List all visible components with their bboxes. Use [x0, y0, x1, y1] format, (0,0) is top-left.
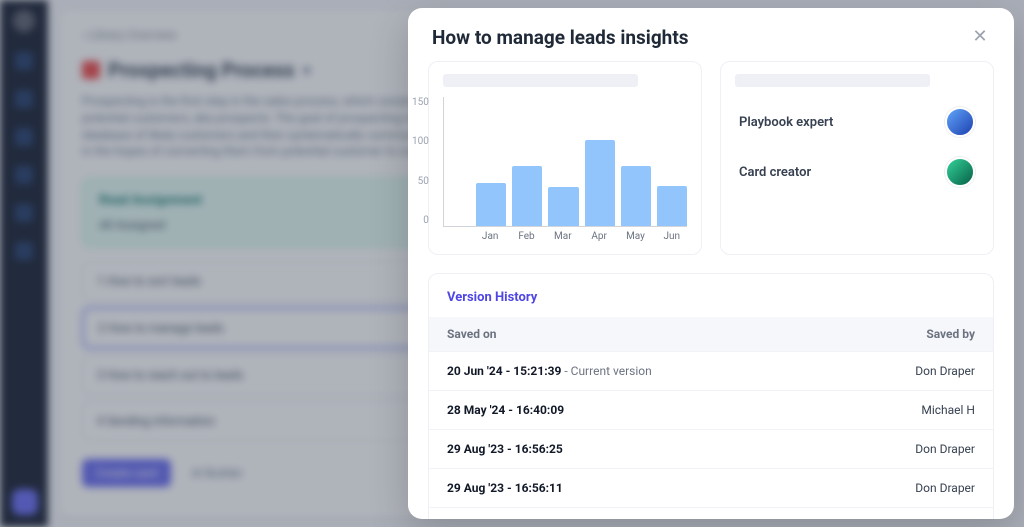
chart-x-label: May [620, 231, 650, 242]
chart-title-placeholder [443, 74, 638, 87]
avatar[interactable] [945, 107, 975, 137]
version-saver: Don Draper [915, 442, 975, 456]
role-label: Card creator [739, 165, 811, 180]
views-bar-chart: 150100500 [443, 97, 687, 227]
version-date: 20 Jun '24 - 15:21:39 - Current version [447, 364, 652, 378]
role-row: Card creator [735, 147, 979, 197]
version-date: 29 Aug '23 - 16:56:11 [447, 481, 563, 495]
chart-bar [585, 140, 615, 226]
chart-bar [476, 183, 506, 226]
role-row: Playbook expert [735, 97, 979, 147]
version-saver: Michael H [921, 403, 975, 417]
column-saved-by: Saved by [926, 327, 975, 341]
insights-modal: How to manage leads insights ✕ 150100500… [408, 8, 1014, 519]
avatar[interactable] [945, 157, 975, 187]
chart-bar [657, 186, 687, 226]
role-label: Playbook expert [739, 115, 833, 130]
version-row[interactable]: 28 May '24 - 16:40:09 Michael H [429, 390, 993, 429]
column-saved-on: Saved on [447, 327, 496, 341]
version-row[interactable]: 29 Aug '23 - 16:55:23Don Draper [429, 507, 993, 519]
roles-panel: Playbook expert Card creator [720, 61, 994, 255]
version-saver: Don Draper [915, 481, 975, 495]
modal-body-scroll[interactable]: 150100500 Jan Feb Mar Apr May Jun Playbook ex… [408, 57, 1014, 519]
chart-x-label: Apr [584, 231, 614, 242]
views-chart-panel: 150100500 Jan Feb Mar Apr May Jun [428, 61, 702, 255]
version-saver: Don Draper [915, 364, 975, 378]
version-date: 28 May '24 - 16:40:09 [447, 403, 564, 417]
chart-x-label: Jan [475, 231, 505, 242]
chart-x-label: Jun [657, 231, 687, 242]
version-date: 29 Aug '23 - 16:56:25 [447, 442, 563, 456]
chart-bar [512, 166, 542, 226]
roles-title-placeholder [735, 74, 930, 87]
version-history-panel: Version History Saved on Saved by 20 Jun… [428, 273, 994, 519]
version-row[interactable]: 29 Aug '23 - 16:56:25 Don Draper [429, 429, 993, 468]
version-row[interactable]: 29 Aug '23 - 16:56:11 Don Draper [429, 468, 993, 507]
chart-bar [621, 166, 651, 226]
chart-bar [548, 187, 578, 226]
version-row[interactable]: 20 Jun '24 - 15:21:39 - Current version D… [429, 351, 993, 390]
close-icon[interactable]: ✕ [970, 28, 990, 48]
chart-x-label: Feb [511, 231, 541, 242]
version-history-title: Version History [429, 274, 993, 317]
chart-x-label: Mar [548, 231, 578, 242]
modal-title: How to manage leads insights [432, 26, 689, 49]
